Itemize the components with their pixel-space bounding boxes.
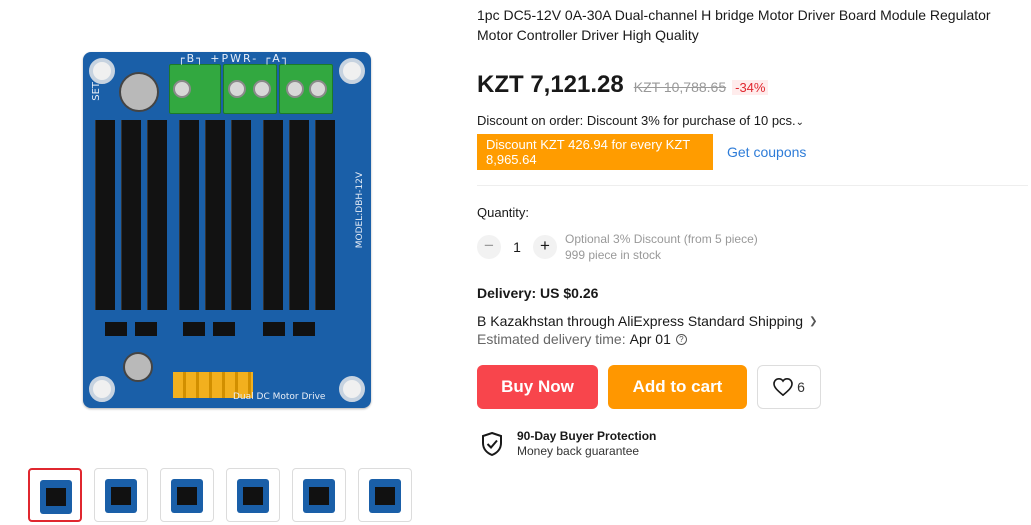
discount-badge: -34% xyxy=(732,80,769,95)
eta-label: Estimated delivery time: xyxy=(477,331,626,347)
thumbnail-2[interactable] xyxy=(94,468,148,522)
terminal-screw xyxy=(309,80,327,98)
mosfet-chip xyxy=(105,322,127,336)
quantity-stepper: − 1 + Optional 3% Discount (from 5 piece… xyxy=(477,231,1028,263)
current-price: KZT 7,121.28 xyxy=(477,71,624,98)
heart-icon xyxy=(773,378,793,396)
delivery-eta: Estimated delivery time: Apr 01 ? xyxy=(477,331,1028,347)
bulk-discount-note: Optional 3% Discount (from 5 piece) xyxy=(565,232,758,246)
wish-count: 6 xyxy=(797,379,805,395)
heatsink-fin xyxy=(231,120,251,310)
delivery-price: Delivery: US $0.26 xyxy=(477,285,599,301)
mounting-hole xyxy=(89,376,115,402)
mounting-hole xyxy=(89,58,115,84)
capacitor-large xyxy=(119,72,159,112)
heatsink-fin xyxy=(205,120,225,310)
mosfet-chip xyxy=(135,322,157,336)
increase-quantity-button[interactable]: + xyxy=(533,235,557,259)
mosfet-chip xyxy=(183,322,205,336)
heatsink-fin xyxy=(147,120,167,310)
divider xyxy=(477,185,1028,186)
wishlist-button[interactable]: 6 xyxy=(757,365,821,409)
mosfet-chip xyxy=(263,322,285,336)
heatsink-fin xyxy=(179,120,199,310)
original-price: KZT 10,788.65 xyxy=(633,79,727,95)
set-label: SET xyxy=(91,82,102,101)
model-label: MODEL:DBH-12V xyxy=(355,172,365,249)
coupon-badge: Discount KZT 426.94 for every KZT 8,965.… xyxy=(477,134,713,170)
protection-subtitle: Money back guarantee xyxy=(517,444,640,458)
decrease-quantity-button[interactable]: − xyxy=(477,235,501,259)
stock-note: 999 piece in stock xyxy=(565,248,662,262)
thumbnail-3[interactable] xyxy=(160,468,214,522)
buy-now-button[interactable]: Buy Now xyxy=(477,365,598,409)
order-discount-dropdown[interactable]: Discount on order: Discount 3% for purch… xyxy=(477,113,1028,128)
terminal-screw xyxy=(173,80,191,98)
heatsink-fin xyxy=(289,120,309,310)
heatsink-fin xyxy=(95,120,115,310)
shipping-method-dropdown[interactable]: В Kazakhstan through AliExpress Standard… xyxy=(477,313,1028,329)
protection-text: 90-Day Buyer Protection Money back guara… xyxy=(517,429,656,458)
thumbnail-4[interactable] xyxy=(226,468,280,522)
mosfet-chip xyxy=(293,322,315,336)
order-discount-text: Discount on order: Discount 3% for purch… xyxy=(477,113,796,128)
product-title: 1pc DC5-12V 0A-30A Dual-channel H bridge… xyxy=(477,7,991,43)
mosfet-chip xyxy=(213,322,235,336)
quantity-label: Quantity: xyxy=(477,205,530,220)
thumbnail-1[interactable] xyxy=(28,468,82,522)
terminal-screw xyxy=(286,80,304,98)
shield-check-icon xyxy=(482,431,502,456)
add-to-cart-button[interactable]: Add to cart xyxy=(608,365,747,409)
shipping-method: В Kazakhstan through AliExpress Standard… xyxy=(477,313,804,329)
main-product-image[interactable]: ┌B┐ +PWR- ┌A┐ SET MODEL:DBH-12V Dual DC … xyxy=(60,20,400,430)
chevron-down-icon: ⌄ xyxy=(795,117,805,128)
thumbnail-6[interactable] xyxy=(358,468,412,522)
purchase-actions: Buy Now Add to cart 6 xyxy=(477,365,1028,409)
buyer-protection: 90-Day Buyer Protection Money back guara… xyxy=(481,429,1028,458)
mounting-hole xyxy=(339,58,365,84)
motor-driver-board-picture: ┌B┐ +PWR- ┌A┐ SET MODEL:DBH-12V Dual DC … xyxy=(83,52,371,408)
thumbnail-strip xyxy=(28,468,412,522)
coupon-row: Discount KZT 426.94 for every KZT 8,965.… xyxy=(477,134,1028,170)
terminal-label: ┌B┐ +PWR- ┌A┐ xyxy=(178,52,291,65)
chevron-down-icon: ❯ xyxy=(809,315,818,327)
help-icon[interactable]: ? xyxy=(675,333,687,345)
thumbnail-5[interactable] xyxy=(292,468,346,522)
eta-date: Apr 01 xyxy=(629,331,671,347)
heatsink-fin xyxy=(263,120,283,310)
protection-title: 90-Day Buyer Protection xyxy=(517,429,657,443)
get-coupons-link[interactable]: Get coupons xyxy=(727,144,806,160)
mounting-hole xyxy=(339,376,365,402)
quantity-input[interactable]: 1 xyxy=(501,239,533,255)
heatsink-fin xyxy=(121,120,141,310)
terminal-screw xyxy=(253,80,271,98)
capacitor-small xyxy=(123,352,153,382)
quantity-note: Optional 3% Discount (from 5 piece) 999 … xyxy=(565,231,758,263)
board-footer-label: Dual DC Motor Drive xyxy=(233,392,326,402)
price-row: KZT 7,121.28 KZT 10,788.65 -34% xyxy=(477,71,1028,99)
product-info: 1pc DC5-12V 0A-30A Dual-channel H bridge… xyxy=(477,0,1028,458)
heatsink-fin xyxy=(315,120,335,310)
terminal-screw xyxy=(228,80,246,98)
